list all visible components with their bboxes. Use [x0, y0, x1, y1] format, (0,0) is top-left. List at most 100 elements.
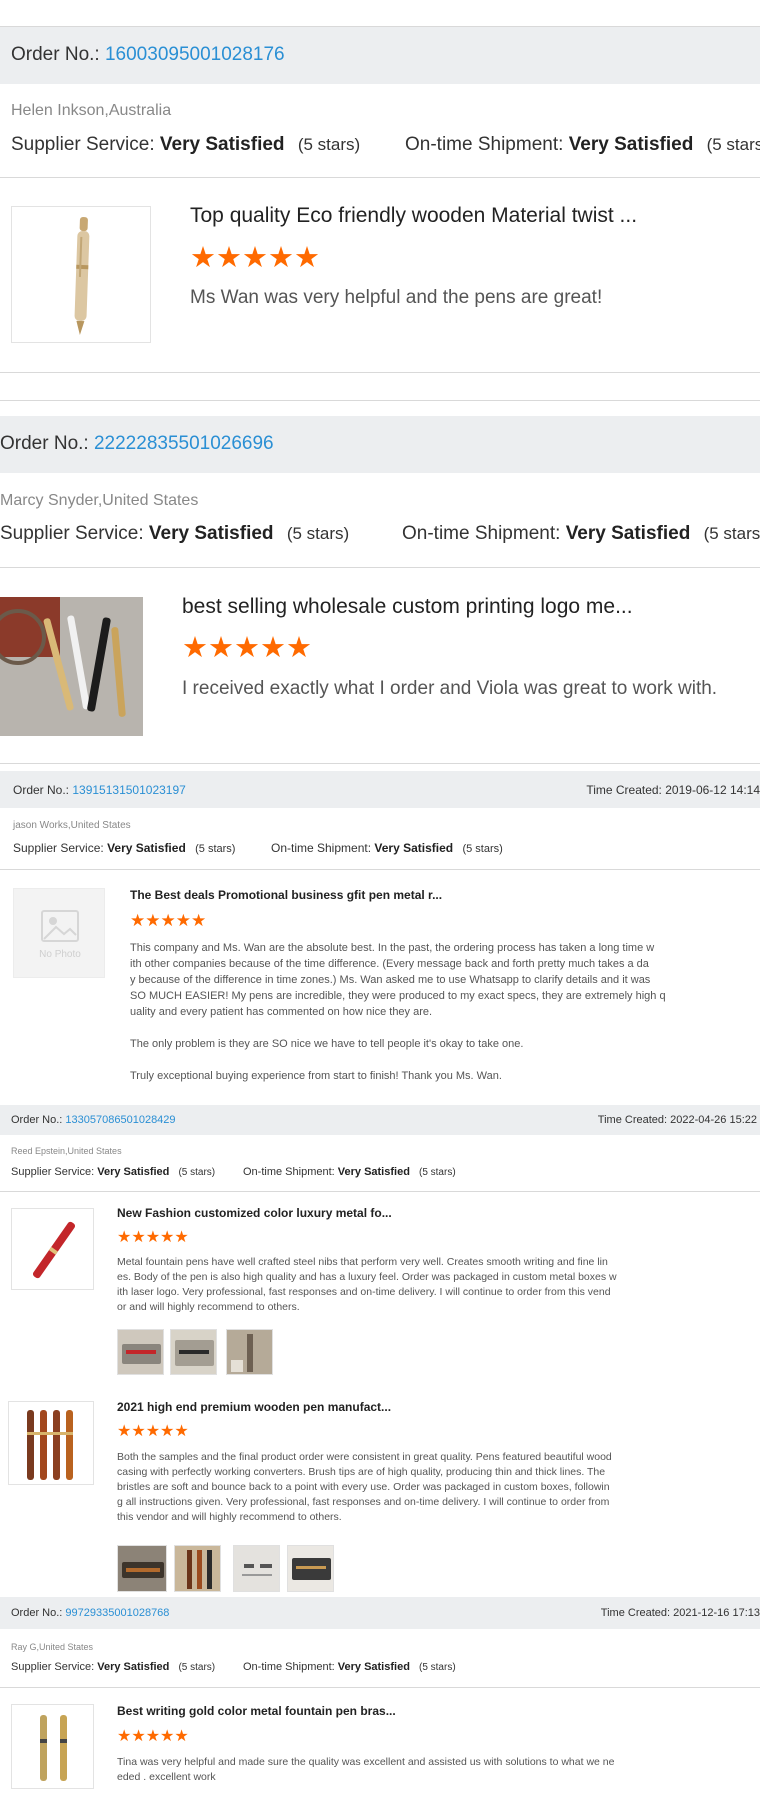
star-icon: ★ [145, 1423, 161, 1440]
review-comment: Metal fountain pens have well crafted st… [117, 1256, 617, 1313]
order-number-link[interactable]: 16003095001028176 [105, 44, 285, 65]
star-icon: ★ [234, 632, 260, 664]
order-number-link[interactable]: 99729335001028768 [65, 1607, 169, 1619]
product-thumbnail[interactable] [11, 206, 151, 343]
time-created: Time Created: 2021-12-16 17:13 [600, 1607, 760, 1619]
star-icon: ★ [174, 1423, 189, 1440]
review-photo-thumbnail[interactable] [170, 1329, 217, 1375]
divider [0, 1687, 760, 1688]
divider [0, 567, 760, 568]
order-no-label: Order No.: [13, 783, 70, 797]
image-placeholder-icon [41, 910, 79, 942]
star-icon: ★ [145, 1229, 161, 1246]
star-icon: ★ [130, 911, 146, 930]
star-icon: ★ [131, 1229, 146, 1246]
ontime-shipment-rating: On-time Shipment: Very Satisfied (5 star… [243, 1166, 456, 1178]
review-photo-thumbnail[interactable] [233, 1545, 280, 1592]
pen-image [32, 1221, 76, 1279]
star-icon: ★ [131, 1423, 146, 1440]
ontime-shipment-rating: On-time Shipment: Very Satisfied (5 star… [405, 134, 760, 155]
order-header: Order No.: 13915131501023197 Time Create… [0, 771, 760, 808]
star-icon: ★ [117, 1423, 132, 1440]
pens-image [0, 597, 143, 736]
supplier-service-rating: Supplier Service: Very Satisfied (5 star… [13, 841, 236, 855]
order-header: Order No.: 133057086501028429 Time Creat… [0, 1105, 760, 1135]
order-header: Order No.: 22222835501026696 [0, 416, 760, 473]
star-rating: ★★★★★ [190, 244, 320, 273]
divider [0, 177, 760, 178]
order-number-link[interactable]: 13915131501023197 [72, 783, 185, 797]
order-header: Order No.: 99729335001028768 Time Create… [0, 1597, 760, 1629]
order-number-link[interactable]: 133057086501028429 [65, 1114, 175, 1126]
review-comment: This company and Ms. Wan are the absolut… [130, 942, 666, 1018]
supplier-service-rating: Supplier Service: Very Satisfied (5 star… [0, 523, 350, 544]
review-photo-thumbnail[interactable] [287, 1545, 334, 1592]
reviewer-name: jason Works,United States [13, 820, 131, 831]
reviewer-name: Reed Epstein,United States [11, 1146, 122, 1156]
star-icon: ★ [117, 1728, 132, 1745]
reviewer-name: Marcy Snyder,United States [0, 492, 199, 509]
product-thumbnail[interactable] [8, 1401, 94, 1485]
pens-image [40, 1715, 67, 1781]
product-title[interactable]: best selling wholesale custom printing l… [182, 595, 682, 619]
star-icon: ★ [117, 1229, 132, 1246]
divider [0, 372, 760, 373]
product-title[interactable]: 2021 high end premium wooden pen manufac… [117, 1400, 417, 1414]
star-icon: ★ [242, 242, 268, 274]
order-no-label: Order No.: [11, 1114, 63, 1126]
star-icon: ★ [160, 911, 176, 930]
supplier-service-rating: Supplier Service: Very Satisfied (5 star… [11, 1661, 216, 1673]
star-icon: ★ [145, 1728, 161, 1745]
star-icon: ★ [174, 1229, 189, 1246]
supplier-service-rating: Supplier Service: Very Satisfied (5 star… [11, 1166, 216, 1178]
star-icon: ★ [216, 242, 242, 274]
review-photo-thumbnail[interactable] [174, 1545, 221, 1592]
review-comment: Truly exceptional buying experience from… [130, 1070, 502, 1082]
no-photo-placeholder: No Photo [13, 888, 105, 978]
order-header: Order No.: 16003095001028176 [0, 27, 760, 84]
ontime-shipment-rating: On-time Shipment: Very Satisfied (5 star… [243, 1661, 456, 1673]
star-icon: ★ [131, 1728, 146, 1745]
review-comment: Tina was very helpful and made sure the … [117, 1756, 615, 1783]
order-number-link[interactable]: 22222835501026696 [94, 433, 274, 454]
star-icon: ★ [160, 1728, 175, 1745]
order-no-label: Order No.: [0, 433, 89, 454]
divider [0, 869, 760, 870]
star-rating: ★★★★★ [182, 634, 312, 663]
star-icon: ★ [175, 911, 191, 930]
star-icon: ★ [208, 632, 234, 664]
product-title[interactable]: The Best deals Promotional business gfit… [130, 888, 450, 902]
product-title[interactable]: New Fashion customized color luxury meta… [117, 1206, 417, 1220]
star-icon: ★ [145, 911, 161, 930]
star-icon: ★ [191, 911, 207, 930]
divider [0, 1191, 760, 1192]
divider [0, 763, 760, 764]
star-icon: ★ [268, 242, 294, 274]
time-created: Time Created: 2019-06-12 14:14 [586, 783, 760, 797]
divider [0, 400, 760, 401]
product-thumbnail[interactable] [0, 597, 143, 736]
star-rating: ★★★★★ [117, 1229, 189, 1247]
reviewer-name: Ray G,United States [11, 1642, 94, 1652]
supplier-service-rating: Supplier Service: Very Satisfied (5 star… [11, 134, 361, 155]
pens-image [27, 1410, 73, 1480]
order-no-label: Order No.: [11, 44, 100, 65]
product-thumbnail[interactable] [11, 1208, 94, 1290]
time-created: Time Created: 2022-04-26 15:22 [597, 1114, 757, 1126]
product-title[interactable]: Top quality Eco friendly wooden Material… [190, 204, 690, 228]
ontime-shipment-rating: On-time Shipment: Very Satisfied (5 star… [402, 523, 760, 544]
review-comment: I received exactly what I order and Viol… [182, 678, 718, 699]
review-photo-thumbnail[interactable] [226, 1329, 273, 1375]
star-icon: ★ [174, 1728, 189, 1745]
star-icon: ★ [182, 632, 208, 664]
star-rating: ★★★★★ [117, 1423, 189, 1441]
product-title[interactable]: Best writing gold color metal fountain p… [117, 1704, 417, 1718]
review-photo-thumbnail[interactable] [117, 1329, 164, 1375]
star-rating: ★★★★★ [117, 1728, 189, 1746]
review-comment: Both the samples and the final product o… [117, 1451, 612, 1523]
reviewer-name: Helen Inkson,Australia [11, 102, 172, 119]
review-comment: Ms Wan was very helpful and the pens are… [190, 287, 603, 308]
star-icon: ★ [260, 632, 286, 664]
product-thumbnail[interactable] [11, 1704, 94, 1789]
review-photo-thumbnail[interactable] [117, 1545, 167, 1592]
